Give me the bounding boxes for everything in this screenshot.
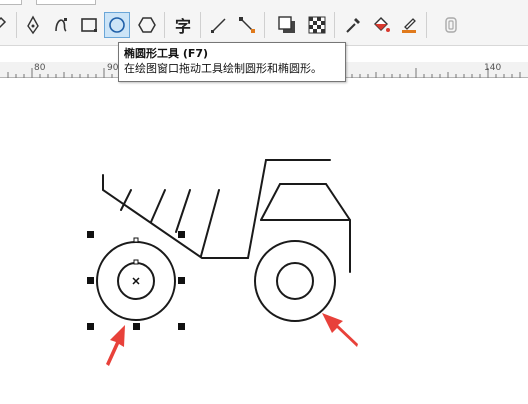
ruler-label: 90 (107, 63, 119, 73)
center-marker[interactable] (132, 277, 140, 285)
smart-fill-icon[interactable] (396, 12, 422, 38)
freehand-pick-icon[interactable] (0, 12, 10, 38)
drawing-canvas[interactable] (0, 79, 528, 404)
selection-handle[interactable] (178, 323, 185, 330)
toolbar-separator (264, 12, 265, 38)
bed-rib (200, 189, 220, 257)
toolbar-separator (164, 12, 165, 38)
ruler-label: 140 (484, 63, 502, 73)
red-arrow-icon (322, 313, 358, 347)
front-wheel[interactable] (254, 240, 336, 322)
selection-handle[interactable] (87, 323, 94, 330)
app-window: 字 80 90 140 椭圆形工具 (F7) 在绘图窗口拖动工具绘制圆形和椭圆形… (0, 0, 528, 404)
parallel-dimension-icon[interactable] (206, 12, 232, 38)
front-wheel-hub[interactable] (276, 262, 314, 300)
mesh-fill-icon[interactable] (438, 12, 464, 38)
selection-handle[interactable] (87, 277, 94, 284)
interactive-fill-icon[interactable] (368, 12, 394, 38)
ruler-label: 80 (34, 63, 46, 73)
rectangle-tool-icon[interactable] (76, 12, 102, 38)
truck-cab (260, 183, 351, 273)
drop-shadow-icon[interactable] (274, 12, 300, 38)
text-tool-label: 字 (174, 17, 191, 36)
bed-rib (175, 189, 191, 233)
polygon-tool-icon[interactable] (134, 12, 160, 38)
property-bar-edge (0, 0, 528, 6)
drawing (87, 159, 358, 366)
toolbar-separator (16, 12, 17, 38)
ellipse-tool-icon[interactable] (104, 12, 130, 38)
selection-handle[interactable] (133, 323, 140, 330)
artistic-media-icon[interactable] (48, 12, 74, 38)
truck-bed (102, 159, 331, 259)
eyedropper-icon[interactable] (340, 12, 366, 38)
node-marker[interactable] (133, 259, 139, 265)
red-arrow-icon (106, 325, 125, 366)
toolbar-separator (426, 12, 427, 38)
tool-tooltip: 椭圆形工具 (F7) 在绘图窗口拖动工具绘制圆形和椭圆形。 (118, 42, 346, 82)
toolbar-separator (200, 12, 201, 38)
node-marker[interactable] (133, 237, 139, 243)
property-field[interactable] (0, 0, 22, 5)
transparency-icon[interactable] (304, 12, 330, 38)
tooltip-description: 在绘图窗口拖动工具绘制圆形和椭圆形。 (124, 62, 322, 75)
selection-handle[interactable] (87, 231, 94, 238)
selection-handle[interactable] (178, 277, 185, 284)
annotation-arrows (106, 313, 358, 366)
text-tool-icon[interactable]: 字 (170, 12, 196, 38)
toolbar-separator (334, 12, 335, 38)
tooltip-title: 椭圆形工具 (F7) (124, 47, 209, 60)
connector-tool-icon[interactable] (234, 12, 260, 38)
property-field[interactable] (36, 0, 96, 5)
bed-rib (150, 189, 166, 223)
toolbox: 字 (0, 0, 528, 46)
pen-tool-icon[interactable] (20, 12, 46, 38)
selection-handle[interactable] (178, 231, 185, 238)
